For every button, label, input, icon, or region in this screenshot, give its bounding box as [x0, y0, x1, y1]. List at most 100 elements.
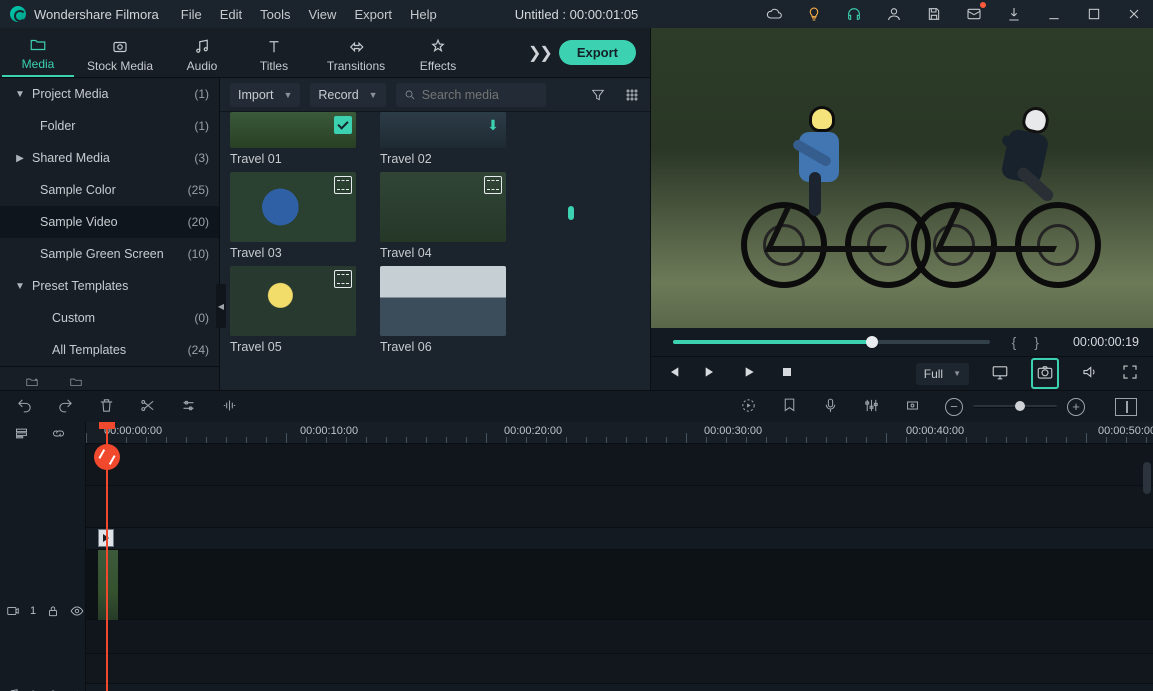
playhead-handle-icon[interactable]	[94, 444, 120, 470]
media-item-travel-01[interactable]: Travel 01	[230, 112, 356, 166]
record-dropdown[interactable]: Record▼	[310, 83, 385, 107]
prev-frame-button[interactable]	[665, 364, 681, 383]
tab-audio[interactable]: Audio	[166, 38, 238, 77]
link-tracks-icon[interactable]	[51, 426, 66, 441]
tab-effects[interactable]: Effects	[402, 38, 474, 77]
tab-titles[interactable]: Titles	[238, 38, 310, 77]
undo-button[interactable]	[16, 397, 33, 417]
display-toggle-icon[interactable]	[991, 363, 1009, 384]
tab-stock-media[interactable]: Stock Media	[74, 38, 166, 77]
zoom-in-button[interactable]: +	[1067, 398, 1085, 416]
video-track-header[interactable]: 1	[0, 590, 85, 632]
menu-edit[interactable]: Edit	[220, 7, 242, 22]
media-item-travel-04[interactable]: Travel 04	[380, 172, 506, 260]
filter-icon[interactable]	[590, 87, 606, 103]
app-name: Wondershare Filmora	[34, 7, 159, 22]
audio-mixer-icon[interactable]	[863, 397, 880, 417]
preview-quality-dropdown[interactable]: Full▼	[916, 363, 969, 385]
app-logo-icon	[10, 6, 26, 22]
menu-file[interactable]: File	[181, 7, 202, 22]
caret-right-icon: ▶	[14, 153, 26, 164]
sidebar-item-folder[interactable]: Folder(1)	[0, 110, 219, 142]
timeline-scrollbar[interactable]	[1143, 462, 1151, 494]
adjust-button[interactable]	[180, 397, 197, 417]
menu-view[interactable]: View	[308, 7, 336, 22]
sidebar-item-preset-templates[interactable]: ▼Preset Templates	[0, 270, 219, 302]
window-minimize-icon[interactable]	[1045, 5, 1063, 23]
inout-braces-icon[interactable]: {}	[1012, 334, 1057, 350]
voiceover-icon[interactable]	[822, 397, 839, 417]
track-clip-thumb[interactable]	[86, 528, 1153, 550]
split-button[interactable]	[139, 397, 156, 417]
media-item-travel-05[interactable]: Travel 05	[230, 266, 356, 354]
search-input[interactable]	[422, 88, 538, 102]
zoom-to-fit-icon[interactable]	[1115, 398, 1137, 416]
sidebar-item-sample-color[interactable]: Sample Color(25)	[0, 174, 219, 206]
media-item-label: Travel 05	[230, 340, 356, 354]
new-folder-plus-icon[interactable]	[24, 375, 40, 389]
marker-icon[interactable]	[781, 397, 798, 417]
check-badge-icon	[334, 116, 352, 134]
track-audio[interactable]	[86, 654, 1153, 684]
zoom-out-button[interactable]: −	[945, 398, 963, 416]
tab-label: Stock Media	[87, 59, 153, 73]
sidebar-item-sample-video[interactable]: Sample Video(20)	[0, 206, 219, 238]
menu-tools[interactable]: Tools	[260, 7, 290, 22]
tracks-area[interactable]: 00:00:00:00 00:00:10:00 00:00:20:00 00:0…	[86, 422, 1153, 691]
menu-export[interactable]: Export	[354, 7, 392, 22]
window-maximize-icon[interactable]	[1085, 5, 1103, 23]
media-item-travel-06[interactable]: Travel 06	[380, 266, 506, 354]
sidebar-item-all-templates[interactable]: All Templates(24)	[0, 334, 219, 366]
preview-viewport[interactable]	[651, 28, 1153, 328]
delete-button[interactable]	[98, 397, 115, 417]
menu-bar: File Edit Tools View Export Help	[181, 7, 437, 22]
render-preview-icon[interactable]	[740, 397, 757, 417]
next-frame-button[interactable]	[703, 364, 719, 383]
play-button[interactable]	[741, 364, 757, 383]
track-spacer	[86, 620, 1153, 654]
menu-help[interactable]: Help	[410, 7, 437, 22]
manage-tracks-icon[interactable]	[14, 426, 29, 441]
crop-icon[interactable]	[904, 397, 921, 417]
export-button[interactable]: Export	[559, 40, 636, 65]
lock-icon[interactable]	[46, 604, 60, 618]
headphones-icon[interactable]	[845, 5, 863, 23]
cloud-icon[interactable]	[765, 5, 783, 23]
import-dropdown[interactable]: Import▼	[230, 83, 300, 107]
audio-track-header[interactable]: 1	[0, 674, 85, 691]
panel-split: ▼Project Media(1) Folder(1) ▶Shared Medi…	[0, 78, 650, 390]
save-icon[interactable]	[925, 5, 943, 23]
sidebar-item-custom[interactable]: Custom(0)	[0, 302, 219, 334]
lightbulb-icon[interactable]	[805, 5, 823, 23]
media-item-travel-03[interactable]: Travel 03	[230, 172, 356, 260]
stop-button[interactable]	[779, 364, 795, 383]
tab-transitions[interactable]: Transitions	[310, 38, 402, 77]
fullscreen-icon[interactable]	[1121, 363, 1139, 384]
message-icon[interactable]	[965, 5, 983, 23]
snapshot-button[interactable]	[1031, 358, 1059, 389]
search-media[interactable]	[396, 83, 546, 107]
volume-icon[interactable]	[1081, 363, 1099, 384]
window-close-icon[interactable]	[1125, 5, 1143, 23]
sidebar-item-sample-green-screen[interactable]: Sample Green Screen(10)	[0, 238, 219, 270]
redo-button[interactable]	[57, 397, 74, 417]
sidebar-item-project-media[interactable]: ▼Project Media(1)	[0, 78, 219, 110]
audio-strip-button[interactable]	[221, 397, 238, 417]
preview-slider[interactable]	[673, 340, 990, 344]
zoom-slider[interactable]	[973, 405, 1057, 408]
eye-icon[interactable]	[70, 604, 84, 618]
user-icon[interactable]	[885, 5, 903, 23]
media-item-travel-02[interactable]: ⬇ Travel 02	[380, 112, 506, 166]
video-clip[interactable]	[98, 550, 118, 620]
sidebar-item-shared-media[interactable]: ▶Shared Media(3)	[0, 142, 219, 174]
tab-media[interactable]: Media	[2, 36, 74, 77]
timeline-ruler[interactable]: 00:00:00:00 00:00:10:00 00:00:20:00 00:0…	[86, 422, 1153, 444]
more-modules-icon[interactable]: ❯❯	[528, 43, 551, 63]
playhead[interactable]	[106, 422, 108, 691]
track-video[interactable]	[86, 550, 1153, 620]
folder-icon[interactable]	[68, 375, 84, 389]
titlebar-right	[765, 5, 1143, 23]
grid-view-icon[interactable]	[624, 87, 640, 103]
download-icon[interactable]	[1005, 5, 1023, 23]
track-text[interactable]	[86, 486, 1153, 528]
